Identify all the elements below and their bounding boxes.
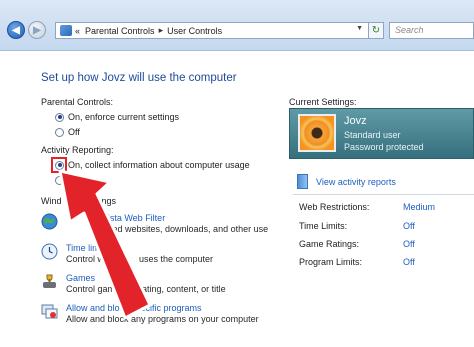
annotation-arrow [58,169,152,320]
